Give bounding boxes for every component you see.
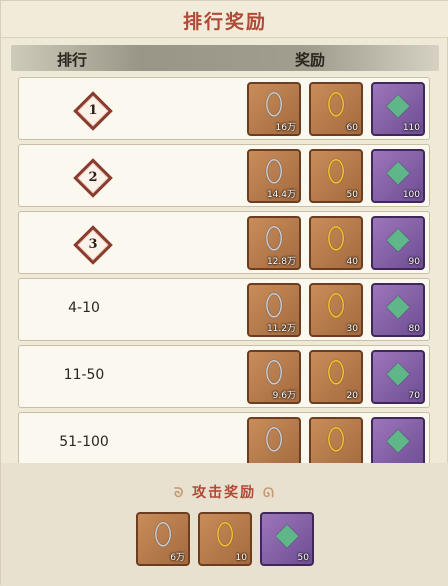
rank-badge: 1	[73, 91, 113, 131]
gold-ingot-reward[interactable]: ⬯	[309, 417, 363, 464]
gold-ingot-reward[interactable]: ⬯ 40	[309, 216, 363, 270]
reward-quantity: 40	[346, 257, 358, 267]
rank-column-label: 排行	[57, 51, 88, 69]
reward-quantity: 11.2万	[266, 324, 296, 334]
reward-quantity: 80	[408, 324, 420, 334]
green-gem-icon: ◆	[386, 221, 410, 256]
green-gem-icon: ◆	[386, 154, 410, 189]
gold-ingot-icon: ⬯	[326, 221, 346, 256]
ranking-row: 11-50 ⬯ 9.6万 ⬯ 20 ◆ 70	[18, 345, 430, 408]
attack-reward-title: ᘐ 攻击奖励 ᘏ	[174, 485, 276, 501]
swirl-ornament-left: ᘐ	[174, 486, 186, 501]
reward-panel: 排行奖励 排行 奖励 1 ⬯ 16万 ⬯ 60 ◆ 110 2 ⬯ 14.4万 …	[0, 0, 448, 586]
reward-quantity: 10	[235, 553, 247, 563]
silver-ingot-icon: ⬯	[264, 87, 284, 122]
silver-ingot-icon: ⬯	[264, 154, 284, 189]
gem-reward[interactable]: ◆ 110	[371, 82, 425, 136]
silver-ingot-reward[interactable]: ⬯ 12.8万	[247, 216, 301, 270]
rank-range: 11-50	[63, 367, 105, 383]
ranking-row: 1 ⬯ 16万 ⬯ 60 ◆ 110	[18, 77, 430, 140]
reward-quantity: 60	[346, 123, 358, 133]
title-bar: 排行奖励	[1, 1, 448, 38]
silver-ingot-icon: ⬯	[264, 221, 284, 256]
silver-ingot-reward[interactable]: ⬯ 9.6万	[247, 350, 301, 404]
reward-quantity: 90	[408, 257, 420, 267]
reward-quantity: 110	[402, 123, 420, 133]
silver-ingot-icon: ⬯	[264, 355, 284, 390]
reward-quantity: 20	[346, 391, 358, 401]
reward-quantity: 30	[346, 324, 358, 334]
gold-ingot-reward[interactable]: ⬯ 50	[309, 149, 363, 203]
ranking-list[interactable]: 1 ⬯ 16万 ⬯ 60 ◆ 110 2 ⬯ 14.4万 ⬯ 50 ◆ 100 …	[14, 73, 436, 464]
ranking-row: 4-10 ⬯ 11.2万 ⬯ 30 ◆ 80	[18, 278, 430, 341]
reward-quantity: 70	[408, 391, 420, 401]
rank-range: 51-100	[59, 434, 109, 450]
gold-ingot-reward[interactable]: ⬯ 20	[309, 350, 363, 404]
rank-badge: 2	[73, 158, 113, 198]
attack-silver-ingot-reward[interactable]: ⬯ 6万	[136, 512, 190, 566]
reward-column-label: 奖励	[295, 51, 326, 69]
reward-quantity: 14.4万	[266, 190, 296, 200]
green-gem-icon: ◆	[386, 422, 410, 457]
ranking-row: 2 ⬯ 14.4万 ⬯ 50 ◆ 100	[18, 144, 430, 207]
silver-ingot-reward[interactable]: ⬯ 16万	[247, 82, 301, 136]
green-gem-icon: ◆	[386, 355, 410, 390]
green-gem-icon: ◆	[275, 517, 299, 552]
reward-quantity: 12.8万	[266, 257, 296, 267]
gold-ingot-icon: ⬯	[326, 288, 346, 323]
silver-ingot-reward[interactable]: ⬯	[247, 417, 301, 464]
gem-reward[interactable]: ◆ 90	[371, 216, 425, 270]
reward-quantity: 50	[346, 190, 358, 200]
reward-quantity: 16万	[275, 123, 296, 133]
swirl-ornament-right: ᘏ	[263, 486, 276, 501]
silver-ingot-icon: ⬯	[264, 422, 284, 457]
green-gem-icon: ◆	[386, 87, 410, 122]
reward-quantity: 50	[297, 553, 309, 563]
panel-title: 排行奖励	[182, 11, 267, 33]
silver-ingot-icon: ⬯	[153, 517, 173, 552]
silver-ingot-icon: ⬯	[264, 288, 284, 323]
gem-reward[interactable]: ◆	[371, 417, 425, 464]
gold-ingot-reward[interactable]: ⬯ 30	[309, 283, 363, 337]
reward-quantity: 6万	[170, 553, 185, 563]
gold-ingot-reward[interactable]: ⬯ 60	[309, 82, 363, 136]
gold-ingot-icon: ⬯	[215, 517, 235, 552]
gem-reward[interactable]: ◆ 70	[371, 350, 425, 404]
gold-ingot-icon: ⬯	[326, 87, 346, 122]
rank-range: 4-10	[68, 300, 100, 316]
gold-ingot-icon: ⬯	[326, 355, 346, 390]
gold-ingot-icon: ⬯	[326, 154, 346, 189]
silver-ingot-reward[interactable]: ⬯ 14.4万	[247, 149, 301, 203]
silver-ingot-reward[interactable]: ⬯ 11.2万	[247, 283, 301, 337]
attack-gold-ingot-reward[interactable]: ⬯ 10	[198, 512, 252, 566]
reward-quantity: 9.6万	[272, 391, 296, 401]
ranking-row: 3 ⬯ 12.8万 ⬯ 40 ◆ 90	[18, 211, 430, 274]
green-gem-icon: ◆	[386, 288, 410, 323]
gem-reward[interactable]: ◆ 100	[371, 149, 425, 203]
rank-badge: 3	[73, 225, 113, 265]
gem-reward[interactable]: ◆ 80	[371, 283, 425, 337]
ranking-row: 51-100 ⬯ ⬯ ◆	[18, 412, 430, 464]
attack-gem-reward[interactable]: ◆ 50	[260, 512, 314, 566]
reward-quantity: 100	[402, 190, 420, 200]
gold-ingot-icon: ⬯	[326, 422, 346, 457]
